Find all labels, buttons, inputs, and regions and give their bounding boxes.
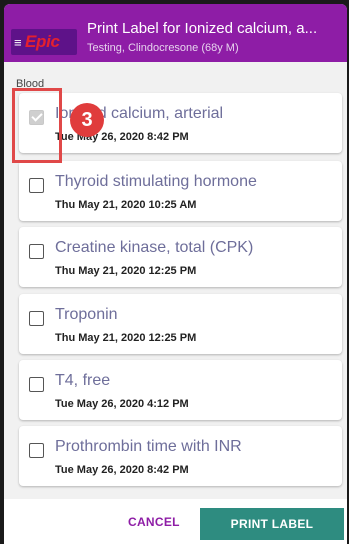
step-number-badge: 3 xyxy=(70,103,104,137)
list-item[interactable]: Troponin Thu May 21, 2020 12:25 PM xyxy=(19,294,342,354)
patient-subtitle: Testing, Clindocresone (68y M) xyxy=(87,42,239,54)
annotation-highlight-box xyxy=(12,88,62,163)
item-checkbox[interactable] xyxy=(29,244,44,259)
page-title: Print Label for Ionized calcium, a... xyxy=(87,20,318,37)
item-date: Thu May 21, 2020 10:25 AM xyxy=(55,199,197,211)
item-date: Tue May 26, 2020 4:12 PM xyxy=(55,398,189,410)
item-name: Creatine kinase, total (CPK) xyxy=(55,239,254,256)
item-name: Troponin xyxy=(55,306,118,323)
print-label-button[interactable]: PRINT LABEL xyxy=(200,508,344,540)
menu-icon: ≡ xyxy=(14,34,22,50)
item-checkbox[interactable] xyxy=(29,178,44,193)
list-item[interactable]: Ionized calcium, arterial Tue May 26, 20… xyxy=(19,93,342,153)
app-screen: ≡ Epic Print Label for Ionized calcium, … xyxy=(4,4,347,544)
item-date: Thu May 21, 2020 12:25 PM xyxy=(55,265,197,277)
action-footer: CANCEL PRINT LABEL xyxy=(4,499,347,544)
app-header: ≡ Epic Print Label for Ionized calcium, … xyxy=(4,4,347,62)
epic-logo: Epic xyxy=(25,32,60,51)
item-name: T4, free xyxy=(55,372,111,389)
item-date: Thu May 21, 2020 12:25 PM xyxy=(55,332,197,344)
list-item[interactable]: Creatine kinase, total (CPK) Thu May 21,… xyxy=(19,227,342,287)
item-checkbox[interactable] xyxy=(29,377,44,392)
list-item[interactable]: Thyroid stimulating hormone Thu May 21, … xyxy=(19,161,342,221)
item-date: Tue May 26, 2020 8:42 PM xyxy=(55,464,189,476)
list-item[interactable]: T4, free Tue May 26, 2020 4:12 PM xyxy=(19,360,342,420)
item-checkbox[interactable] xyxy=(29,443,44,458)
item-checkbox[interactable] xyxy=(29,311,44,326)
list-item[interactable]: Prothrombin time with INR Tue May 26, 20… xyxy=(19,426,342,486)
cancel-button[interactable]: CANCEL xyxy=(128,515,180,529)
epic-menu-button[interactable]: ≡ Epic xyxy=(11,29,77,55)
item-name: Prothrombin time with INR xyxy=(55,438,242,455)
item-name: Thyroid stimulating hormone xyxy=(55,173,257,190)
